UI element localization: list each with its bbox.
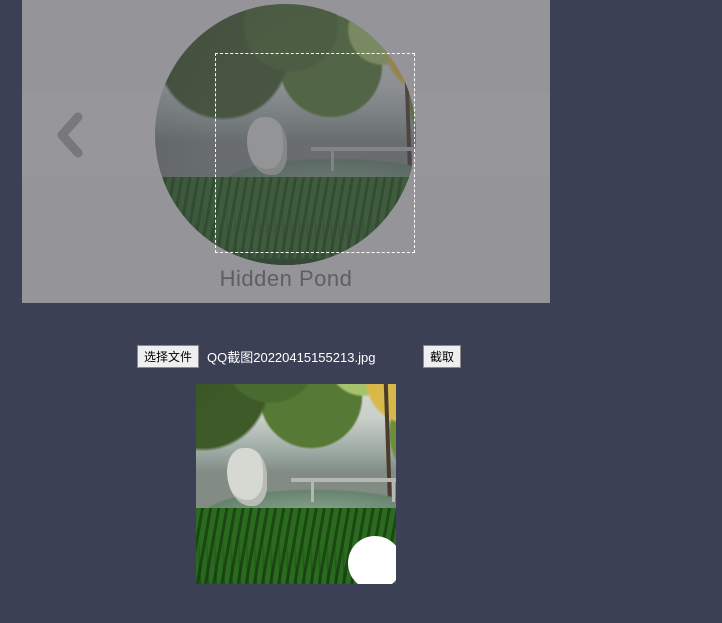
prev-arrow[interactable]	[46, 111, 94, 159]
crop-preview	[196, 384, 396, 584]
chevron-left-icon	[53, 111, 87, 159]
crop-controls: 选择文件 QQ截图20220415155213.jpg 截取	[137, 345, 722, 368]
crop-button[interactable]: 截取	[423, 345, 461, 368]
chevron-right-icon	[485, 111, 519, 159]
mask-corner	[348, 536, 396, 584]
crop-selection[interactable]	[215, 53, 415, 253]
image-caption: Hidden Pond	[22, 266, 550, 292]
next-arrow[interactable]	[478, 111, 526, 159]
choose-file-button[interactable]: 选择文件	[137, 345, 199, 368]
image-gallery: Hidden Pond	[22, 0, 550, 303]
selected-filename: QQ截图20220415155213.jpg	[207, 347, 397, 366]
